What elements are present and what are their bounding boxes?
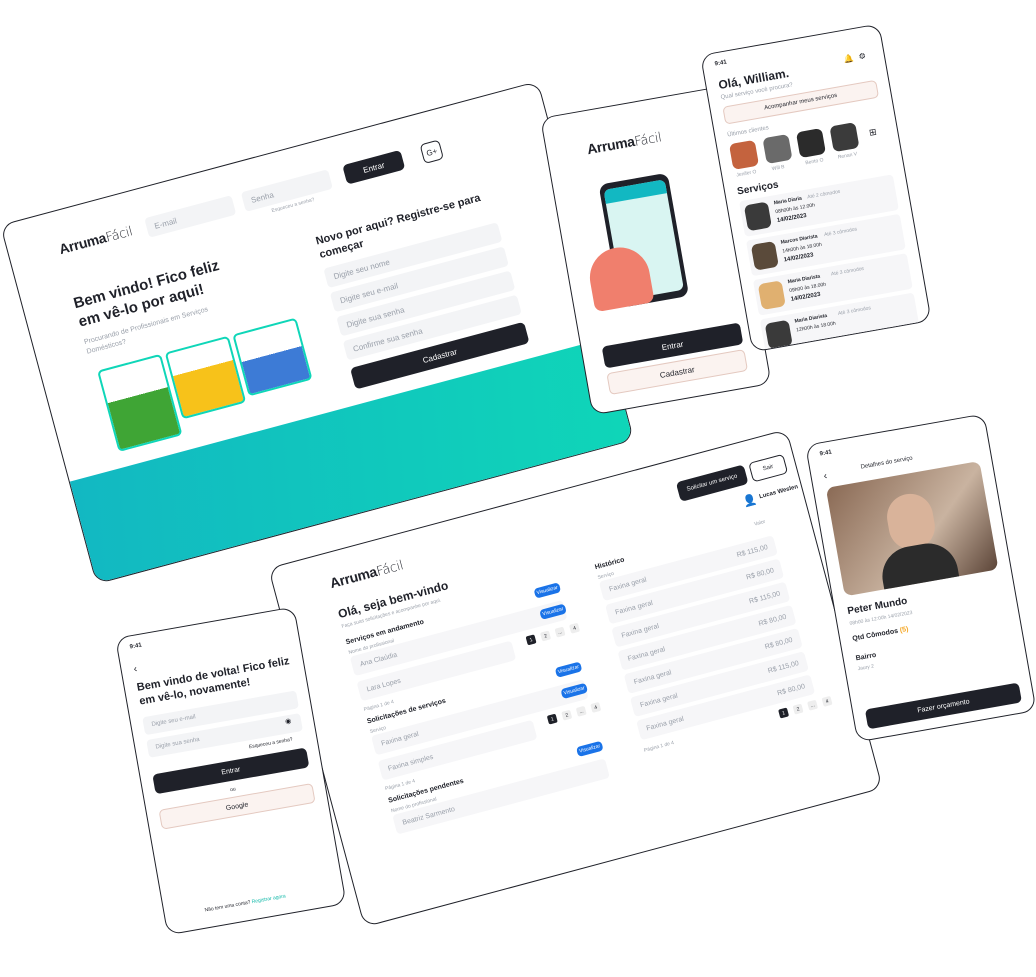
client-avatar-3[interactable] — [795, 128, 827, 159]
history-service: Faxina geral — [645, 715, 685, 732]
brand-logo: ArrumaFácil — [585, 130, 663, 158]
page-4[interactable]: 4 — [569, 622, 581, 634]
budget-button[interactable]: Fazer orçamento — [864, 682, 1022, 730]
professional-photo — [825, 460, 999, 597]
history-service: Faxina geral — [639, 691, 679, 709]
page-4[interactable]: 4 — [821, 695, 833, 707]
service-tag: Até 3 cômodos — [830, 265, 865, 278]
brand-logo: ArrumaFácil — [57, 224, 135, 258]
back-icon[interactable]: ‹ — [823, 471, 828, 482]
history-service: Faxina geral — [633, 668, 673, 686]
page-info: Página 1 de 4 — [384, 778, 416, 793]
page-ellipsis: ... — [807, 699, 819, 711]
enter-button[interactable]: Entrar — [342, 149, 406, 185]
details-header: Detalhes do serviço — [860, 455, 914, 471]
user-icon: 👤 — [741, 493, 759, 509]
service-avatar — [757, 280, 786, 311]
history-value: R$ 80,00 — [764, 636, 794, 651]
or-label: ou — [229, 786, 237, 794]
eye-icon[interactable]: ◉ — [284, 717, 292, 726]
view-button[interactable]: Visualizar — [554, 661, 583, 678]
google-button[interactable]: Google — [158, 782, 316, 830]
service-tag: Até 2 cômodos — [806, 188, 841, 201]
service-tag: Até 3 cômodos — [837, 305, 872, 317]
client-name-1: Jenifer O — [735, 169, 757, 179]
page-2[interactable]: 2 — [792, 703, 804, 715]
status-time: 9:41 — [714, 59, 728, 68]
page-ellipsis: ... — [575, 705, 587, 717]
recent-clients-label: Últimos clientes — [726, 125, 770, 139]
email-field[interactable]: E-mail — [144, 195, 237, 238]
status-time: 9:41 — [129, 642, 143, 651]
client-name-3: Bento O — [804, 157, 825, 167]
user-name: Lucas Weslen — [758, 484, 799, 501]
history-title: Histórico — [594, 556, 626, 572]
history-service: Faxina geral — [608, 576, 648, 593]
district-value: Jaury 2 — [857, 663, 875, 673]
page-info: Página 1 de 4 — [643, 739, 675, 754]
client-name-4: Renan V — [837, 151, 858, 161]
service-avatar — [764, 319, 793, 350]
history-value: R$ 115,00 — [748, 589, 781, 605]
page-1[interactable]: 1 — [778, 707, 790, 719]
status-time: 9:41 — [819, 449, 833, 458]
worker-photo-3 — [232, 317, 313, 397]
history-service: Faxina geral — [620, 622, 660, 640]
page-4[interactable]: 4 — [590, 701, 602, 713]
history-value: R$ 115,00 — [767, 659, 800, 675]
history-value: R$ 80,00 — [745, 566, 775, 581]
page-ellipsis: ... — [554, 626, 566, 638]
history-value: R$ 80,00 — [776, 682, 806, 697]
history-value: R$ 80,00 — [757, 613, 788, 628]
bell-icon[interactable]: 🔔 — [843, 53, 854, 64]
history-service: Faxina geral — [626, 645, 666, 663]
google-button[interactable]: G+ — [419, 139, 445, 165]
pending-row[interactable]: Beatriz Sarmento — [392, 758, 610, 835]
client-avatar-4[interactable] — [829, 122, 860, 153]
service-date: 14/02/2023 — [790, 291, 822, 303]
client-avatar-2[interactable] — [762, 133, 793, 165]
history-service: Faxina geral — [614, 599, 654, 616]
client-avatar-1[interactable] — [728, 139, 760, 170]
service-avatar — [743, 201, 772, 232]
district-label: Bairro — [855, 651, 877, 663]
page-info: Página 1 de 4 — [363, 699, 395, 713]
settings-icon[interactable]: ⚙ — [858, 51, 867, 61]
service-date: 14/02/2023 — [776, 212, 808, 225]
service-tag: Até 3 cômodos — [823, 226, 858, 239]
view-button[interactable]: Visualizar — [575, 740, 604, 758]
rooms-value: (5) — [899, 625, 909, 635]
rooms-row: Qtd Cômodos (5) — [851, 625, 909, 643]
history-value-label: Valor — [753, 518, 767, 528]
page-2[interactable]: 2 — [540, 630, 552, 642]
back-icon[interactable]: ‹ — [133, 664, 138, 675]
register-link[interactable]: Registrar agora — [251, 893, 286, 905]
logout-button[interactable]: Sair — [748, 453, 789, 483]
brand-logo: ArrumaFácil — [328, 558, 406, 592]
client-name-2: Will B — [771, 164, 786, 173]
page-1[interactable]: 1 — [525, 634, 537, 646]
grid-icon[interactable]: ⊞ — [868, 127, 877, 139]
service-date: 14/02/2023 — [783, 252, 815, 264]
service-avatar — [750, 240, 779, 271]
no-account-text: Não tem uma conta? Registrar agora — [204, 893, 287, 914]
page-1[interactable]: 1 — [546, 713, 558, 725]
view-button[interactable]: Visualizar — [533, 582, 562, 599]
worker-photo-2 — [164, 335, 247, 420]
page-2[interactable]: 2 — [561, 709, 573, 721]
history-value: R$ 115,00 — [735, 543, 769, 559]
request-service-button[interactable]: Solicitar um serviço — [675, 464, 749, 502]
